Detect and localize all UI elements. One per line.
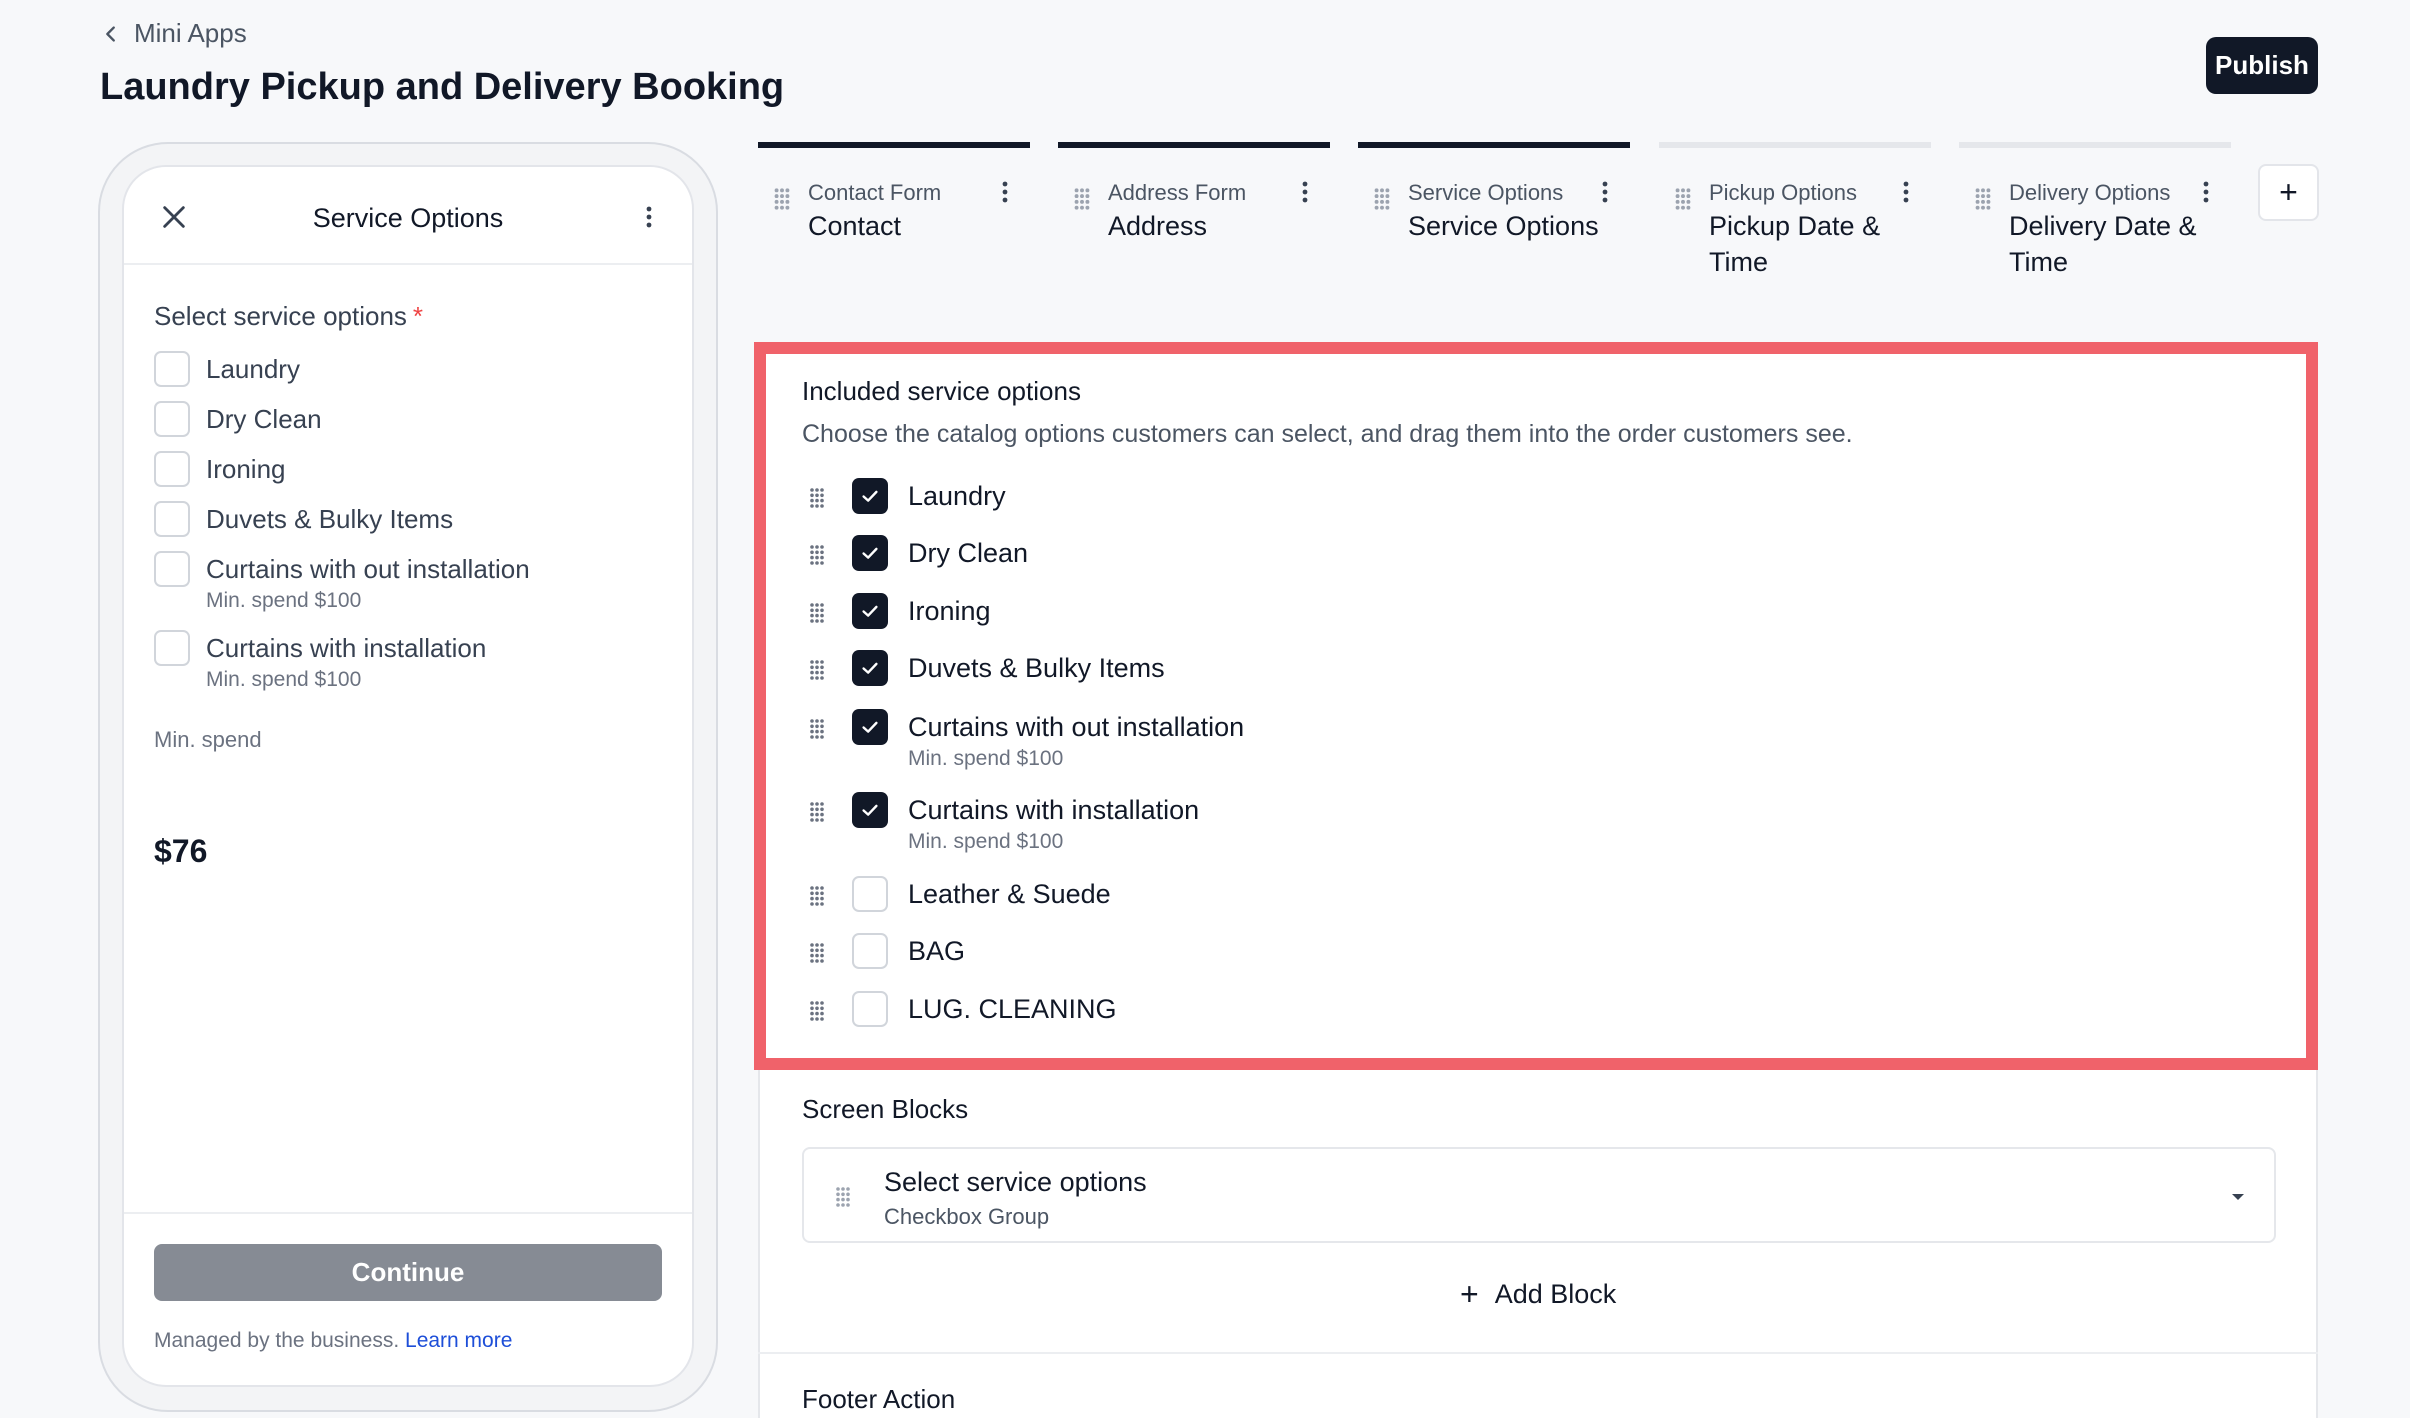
step-tab[interactable]: Service Options Service Options — [1358, 142, 1630, 282]
step-tab[interactable]: Delivery Options Delivery Date & Time — [1959, 142, 2231, 282]
preview-group-label: Select service options * — [154, 301, 424, 331]
more-vertical-icon[interactable] — [2201, 180, 2211, 204]
screen-block-card[interactable]: Select service options Checkbox Group — [802, 1147, 2276, 1243]
step-title: Address — [1108, 211, 1208, 241]
preview-option[interactable]: Duvets & Bulky Items — [154, 501, 453, 537]
preview-title: Service Options — [312, 203, 504, 233]
screen-blocks-title: Screen Blocks — [802, 1094, 969, 1124]
block-type: Checkbox Group — [884, 1204, 1050, 1229]
option-text: Curtains with out installation Min. spend… — [206, 551, 530, 613]
step-progress-bar — [1959, 142, 2231, 148]
more-vertical-icon[interactable] — [1600, 180, 1610, 204]
managed-note: Managed by the business. Learn more — [154, 1329, 513, 1352]
learn-more-link[interactable]: Learn more — [405, 1329, 512, 1352]
step-progress-bar — [1058, 142, 1330, 148]
preview-option[interactable]: Curtains with installation Min. spend $10… — [154, 630, 486, 692]
min-spend-value: $76 — [154, 833, 208, 869]
step-title: Delivery Date & Time — [2009, 211, 2197, 277]
preview-header: Service Options — [124, 167, 692, 265]
step-title: Contact — [808, 211, 902, 241]
option-text: Ironing — [206, 451, 286, 487]
drag-handle-icon[interactable] — [1072, 186, 1092, 212]
step-type: Delivery Options — [2009, 180, 2171, 205]
preview-option[interactable]: Ironing — [154, 451, 286, 487]
add-step-button[interactable]: + — [2258, 164, 2319, 221]
preview-option[interactable]: Laundry — [154, 351, 300, 387]
option-text: Dry Clean — [206, 401, 322, 437]
checkbox[interactable] — [154, 551, 190, 587]
step-tab[interactable]: Pickup Options Pickup Date & Time — [1659, 142, 1931, 282]
chevron-left-icon — [106, 25, 115, 42]
preview-option[interactable]: Curtains with out installation Min. spend… — [154, 551, 530, 613]
min-spend-label: Min. spend — [154, 727, 262, 752]
checkbox[interactable] — [154, 401, 190, 437]
drag-handle-icon[interactable] — [1673, 186, 1693, 212]
step-type: Pickup Options — [1709, 180, 1857, 205]
more-vertical-icon[interactable] — [1000, 180, 1010, 204]
option-sublabel: Min. spend $100 — [206, 668, 362, 691]
publish-button[interactable]: Publish — [2206, 37, 2318, 94]
option-text: Curtains with installation Min. spend $10… — [206, 630, 486, 692]
divider — [758, 1352, 2318, 1354]
block-title: Select service options — [884, 1167, 1147, 1197]
divider — [124, 1212, 692, 1214]
highlight-box — [754, 342, 2318, 1070]
step-title: Service Options — [1408, 211, 1599, 241]
option-label: Dry Clean — [206, 404, 322, 434]
step-type: Service Options — [1408, 180, 1564, 205]
step-progress-bar — [1358, 142, 1630, 148]
more-vertical-icon[interactable] — [1300, 180, 1310, 204]
preview-option[interactable]: Dry Clean — [154, 401, 322, 437]
drag-handle-icon[interactable] — [772, 186, 792, 212]
step-type: Contact Form — [808, 180, 942, 205]
option-label: Laundry — [206, 354, 300, 384]
add-block-label: Add Block — [1494, 1279, 1617, 1309]
more-vertical-icon[interactable] — [644, 205, 654, 229]
step-tab[interactable]: Contact Form Contact — [758, 142, 1030, 282]
step-type: Address Form — [1108, 180, 1247, 205]
more-vertical-icon[interactable] — [1901, 180, 1911, 204]
checkbox[interactable] — [154, 351, 190, 387]
continue-button[interactable]: Continue — [154, 1244, 662, 1301]
step-tab[interactable]: Address Form Address — [1058, 142, 1330, 282]
checkbox[interactable] — [154, 501, 190, 537]
back-link-label: Mini Apps — [134, 18, 247, 48]
add-block-button[interactable]: + Add Block — [1460, 1276, 1616, 1313]
page-title: Laundry Pickup and Delivery Booking — [100, 66, 785, 108]
drag-handle-icon[interactable] — [1973, 186, 1993, 212]
drag-handle-icon[interactable] — [834, 1185, 852, 1209]
required-mark: * — [412, 301, 424, 331]
drag-handle-icon[interactable] — [1372, 186, 1392, 212]
option-sublabel: Min. spend $100 — [206, 589, 362, 612]
option-text: Laundry — [206, 351, 300, 387]
step-progress-bar — [1659, 142, 1931, 148]
footer-action-title: Footer Action — [802, 1384, 956, 1414]
chevron-down-icon[interactable] — [2228, 1187, 2248, 1207]
option-label: Curtains with installation — [206, 633, 487, 663]
plus-icon: + — [1460, 1276, 1479, 1312]
step-progress-bar — [758, 142, 1030, 148]
checkbox[interactable] — [154, 451, 190, 487]
back-link[interactable]: Mini Apps — [100, 18, 247, 49]
option-text: Duvets & Bulky Items — [206, 501, 453, 537]
step-title: Pickup Date & Time — [1709, 211, 1881, 277]
phone-screen: Service Options Select service options * … — [122, 165, 694, 1387]
option-label: Duvets & Bulky Items — [206, 504, 454, 534]
option-label: Ironing — [206, 454, 286, 484]
checkbox[interactable] — [154, 630, 190, 666]
option-label: Curtains with out installation — [206, 554, 530, 584]
